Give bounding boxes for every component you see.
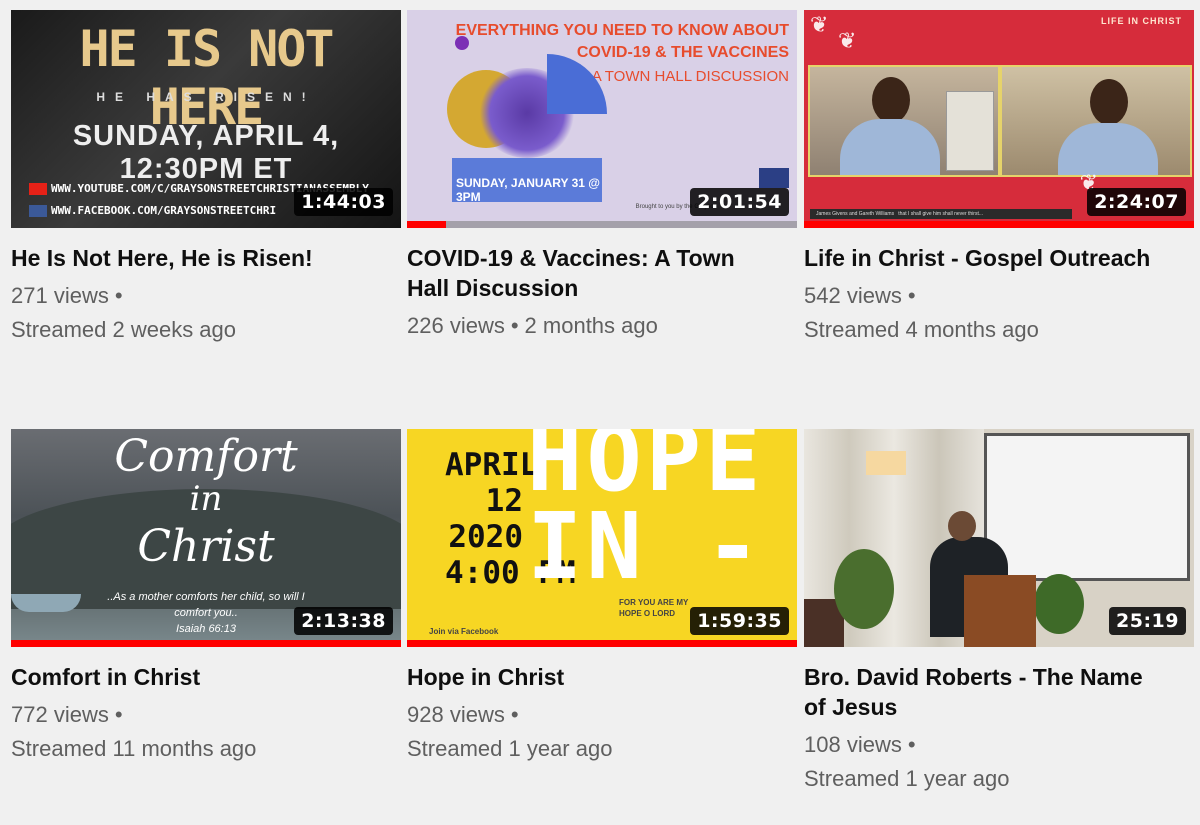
video-card[interactable]: APRIL 12 2020 4:00 PM HOPE IN - FOR YOU ARE…: [407, 429, 797, 766]
thumbnail-date: APRIL 12 2020 4:00 PM: [445, 447, 576, 591]
church-logo: [759, 168, 789, 188]
video-thumbnail[interactable]: EVERYTHING YOU NEED TO KNOW ABOUT COVID-1…: [407, 10, 797, 228]
duration-badge: 2:13:38: [294, 607, 393, 635]
speaker-frame-right: [1000, 65, 1192, 177]
view-count: 542 views: [804, 283, 902, 308]
view-count: 108 views: [804, 732, 902, 757]
thumbnail-subline: A TOWN HALL DISCUSSION: [591, 68, 789, 85]
video-title[interactable]: COVID-19 & Vaccines: A Town Hall Discuss…: [407, 243, 767, 303]
video-meta: 226 views • 2 months ago: [407, 309, 797, 343]
pulpit-graphic: [964, 575, 1036, 647]
thumbnail-corner-title: LIFE IN CHRIST: [1101, 16, 1182, 26]
thumbnail-date: SUNDAY, APRIL 4, 12:30PM ET: [72, 120, 340, 185]
view-count: 271 views: [11, 283, 109, 308]
video-title[interactable]: He Is Not Here, He is Risen!: [11, 243, 371, 273]
speaker-frame-left: [808, 65, 1000, 177]
upload-date: Streamed 1 year ago: [407, 736, 613, 761]
video-card[interactable]: 25:19 Bro. David Roberts - The Name of J…: [804, 429, 1194, 796]
thumbnail-script-text: Christ: [137, 521, 275, 572]
projector-screen: [984, 433, 1190, 581]
plant-graphic: [1034, 574, 1084, 634]
upload-date: 2 months ago: [524, 313, 658, 338]
plant-graphic: [834, 549, 894, 629]
video-title[interactable]: Life in Christ - Gospel Outreach: [804, 243, 1164, 273]
upload-date: Streamed 4 months ago: [804, 317, 1039, 342]
speaker-head: [948, 511, 976, 541]
lamp-graphic: [866, 451, 906, 475]
video-title[interactable]: Hope in Christ: [407, 662, 767, 692]
video-grid: HE IS NOT HERE HE HAS RISEN! SUNDAY, APR…: [0, 0, 1200, 825]
upload-date: Streamed 2 weeks ago: [11, 317, 237, 342]
leaf-decoration: ❦: [838, 28, 857, 53]
upload-date: Streamed 1 year ago: [804, 766, 1010, 791]
video-meta: 271 views • Streamed 2 weeks ago: [11, 279, 401, 347]
video-meta: 772 views • Streamed 11 months ago: [11, 698, 401, 766]
upload-date: Streamed 11 months ago: [11, 736, 257, 761]
video-meta: 108 views • Streamed 1 year ago: [804, 728, 1194, 796]
video-thumbnail[interactable]: ❦ ❦ LIFE IN CHRIST James Givens and Gare…: [804, 10, 1194, 228]
video-card[interactable]: Comfort in Christ ..As a mother comforts…: [11, 429, 401, 766]
duration-badge: 25:19: [1109, 607, 1186, 635]
video-thumbnail[interactable]: HE IS NOT HERE HE HAS RISEN! SUNDAY, APR…: [11, 10, 401, 228]
bookshelf: [946, 91, 994, 171]
video-title[interactable]: Comfort in Christ: [11, 662, 371, 692]
thumbnail-subline: HE HAS RISEN!: [96, 90, 316, 104]
video-meta: 928 views • Streamed 1 year ago: [407, 698, 797, 766]
video-card[interactable]: HE IS NOT HERE HE HAS RISEN! SUNDAY, APR…: [11, 10, 401, 347]
thumbnail-link-text: WWW.FACEBOOK.COM/GRAYSONSTREETCHRI: [51, 204, 277, 217]
thumbnail-headline: HE IS NOT HERE: [79, 20, 335, 136]
thumbnail-headline: HOPE IN -: [527, 429, 765, 600]
duration-badge: 2:01:54: [690, 188, 789, 216]
separator-dot: •: [114, 702, 123, 727]
watch-progress-bar: [407, 221, 446, 228]
thumbnail-headline: EVERYTHING YOU NEED TO KNOW ABOUT COVID-1…: [455, 22, 789, 61]
decor-dot: [455, 36, 469, 50]
duration-badge: 1:44:03: [294, 188, 393, 216]
leaf-decoration: ❦: [810, 12, 829, 37]
separator-dot: •: [907, 732, 916, 757]
duration-badge: 1:59:35: [690, 607, 789, 635]
video-title[interactable]: Bro. David Roberts - The Name of Jesus: [804, 662, 1164, 722]
video-thumbnail[interactable]: 25:19: [804, 429, 1194, 647]
video-meta: 542 views • Streamed 4 months ago: [804, 279, 1194, 347]
watch-progress-bar: [804, 221, 1194, 228]
thumbnail-caption: James Givens and Gareth Williams that I …: [810, 209, 1072, 219]
video-thumbnail[interactable]: Comfort in Christ ..As a mother comforts…: [11, 429, 401, 647]
facebook-icon: [29, 205, 47, 217]
view-count: 226 views: [407, 313, 505, 338]
view-count: 772 views: [11, 702, 109, 727]
speaker-head: [1090, 79, 1128, 125]
video-card[interactable]: EVERYTHING YOU NEED TO KNOW ABOUT COVID-1…: [407, 10, 797, 343]
video-card[interactable]: ❦ ❦ LIFE IN CHRIST James Givens and Gare…: [804, 10, 1194, 347]
speaker-body: [1058, 123, 1158, 175]
video-thumbnail[interactable]: APRIL 12 2020 4:00 PM HOPE IN - FOR YOU ARE…: [407, 429, 797, 647]
thumbnail-join-text: Join via Facebook: [429, 627, 499, 636]
facebook-link-line: WWW.FACEBOOK.COM/GRAYSONSTREETCHRI: [29, 204, 276, 217]
separator-dot: •: [510, 702, 519, 727]
speaker-head: [872, 77, 910, 123]
watch-progress-bar: [11, 640, 401, 647]
watch-progress-bar: [407, 640, 797, 647]
watch-progress-track: [407, 221, 797, 228]
separator-dot: •: [114, 283, 123, 308]
thumbnail-script-text: Comfort: [114, 431, 298, 482]
youtube-icon: [29, 183, 47, 195]
separator-dot: •: [907, 283, 916, 308]
thumbnail-date-band: SUNDAY, JANUARY 31 @ 3PM: [452, 158, 602, 204]
separator-dot: •: [510, 313, 519, 338]
duration-badge: 2:24:07: [1087, 188, 1186, 216]
speaker-body: [840, 119, 940, 175]
view-count: 928 views: [407, 702, 505, 727]
thumbnail-script-text: in: [189, 479, 223, 519]
